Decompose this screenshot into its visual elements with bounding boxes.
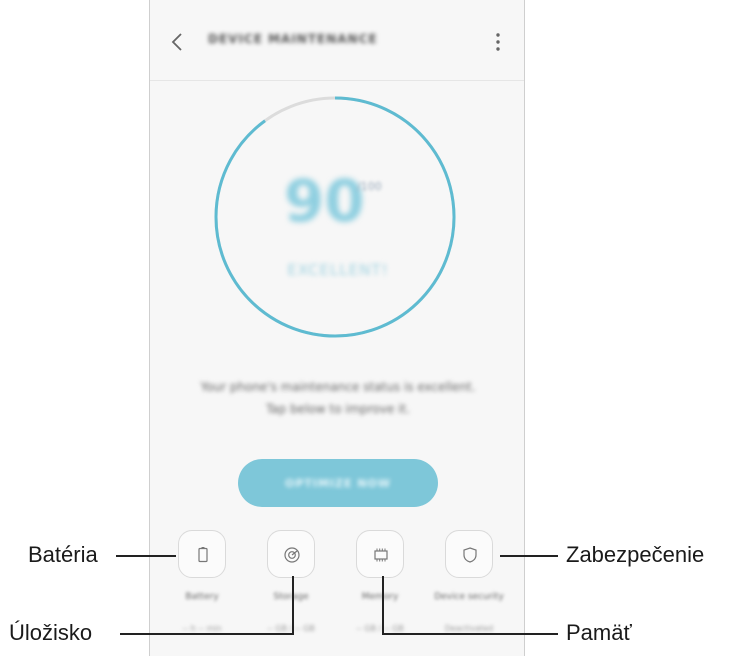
shield-icon [463,547,477,563]
optimize-now-label: OPTIMIZE NOW [284,476,392,490]
callout-line-storage-v [292,576,294,635]
callout-battery: Batéria [28,542,98,567]
memory-chip-icon [374,548,388,562]
battery-button[interactable] [178,530,226,578]
device-security-status: Deactivated [444,624,494,633]
page-title: DEVICE MAINTENANCE [208,32,378,46]
storage-status: -- GB / -- GB [267,624,315,633]
maintenance-score: 90 [284,167,365,235]
callout-line-storage-h [120,633,294,635]
callout-line-security [500,555,558,557]
status-label: EXCELLENT! [287,261,389,279]
memory-status: -- GB / -- GB [356,624,404,633]
device-security-button[interactable] [445,530,493,578]
device-security-label: Device security [434,592,504,602]
callout-line-memory-v [382,576,384,635]
phone-screen: DEVICE MAINTENANCE 90 /100 EXCELLENT! Yo… [149,0,525,656]
score-unit: /100 [357,180,382,193]
battery-icon [198,547,208,563]
memory-button[interactable] [356,530,404,578]
more-vertical-icon[interactable] [494,30,502,54]
status-description: Your phone's maintenance status is excel… [170,376,506,420]
callout-line-memory-h [382,633,558,635]
optimize-now-button[interactable]: OPTIMIZE NOW [238,459,438,507]
storage-button[interactable] [267,530,315,578]
description-line-1: Your phone's maintenance status is excel… [200,380,476,394]
chevron-left-icon[interactable] [166,30,190,54]
app-bar: DEVICE MAINTENANCE [150,0,524,81]
battery-status: -- h -- min [182,624,222,633]
storage-label: Storage [273,592,309,602]
battery-label: Battery [185,592,219,602]
description-line-2: Tap below to improve it. [265,402,411,416]
callout-memory: Pamäť [566,620,632,645]
callout-storage: Úložisko [9,620,93,645]
storage-disc-icon [284,547,300,563]
memory-label: Memory [361,592,399,602]
callout-security: Zabezpečenie [566,542,705,567]
callout-line-battery [116,555,176,557]
